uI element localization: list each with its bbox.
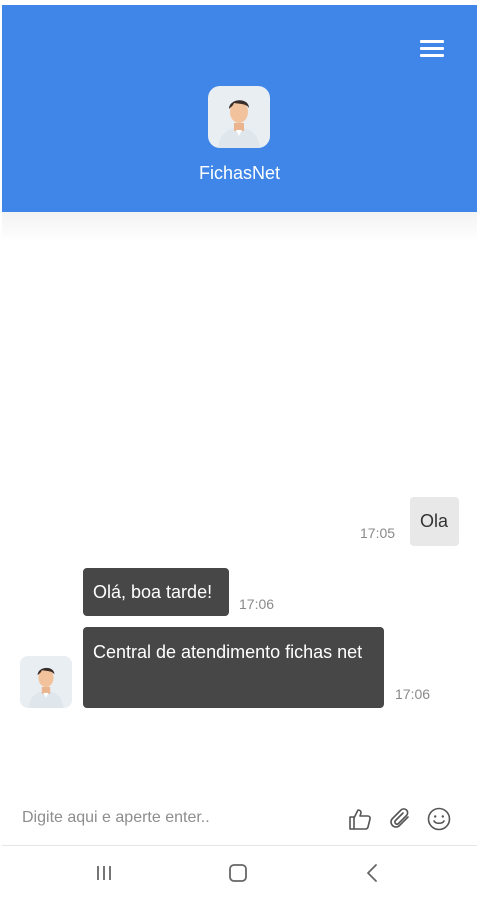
bot-message-bubble: Central de atendimento fichas net — [83, 627, 384, 708]
message-input[interactable] — [20, 802, 334, 834]
message-time: 17:05 — [360, 525, 396, 541]
recent-apps-icon[interactable] — [90, 858, 120, 888]
bot-message-bubble: Olá, boa tarde! — [83, 568, 229, 616]
message-time: 17:06 — [395, 686, 431, 702]
home-icon[interactable] — [223, 858, 253, 888]
chat-header: FichasNet — [2, 5, 477, 212]
divider — [2, 845, 477, 846]
paperclip-icon[interactable] — [388, 806, 414, 832]
smiley-icon[interactable] — [426, 806, 452, 832]
user-message-bubble: Ola — [410, 497, 459, 546]
contact-name: FichasNet — [198, 163, 281, 183]
message-time: 17:06 — [239, 596, 275, 612]
user-avatar-icon — [208, 86, 270, 148]
header-shadow — [2, 212, 477, 242]
thumbs-up-icon[interactable] — [347, 806, 373, 832]
hamburger-menu-icon[interactable] — [420, 40, 444, 58]
back-icon[interactable] — [358, 858, 388, 888]
bot-avatar-icon — [20, 656, 72, 708]
